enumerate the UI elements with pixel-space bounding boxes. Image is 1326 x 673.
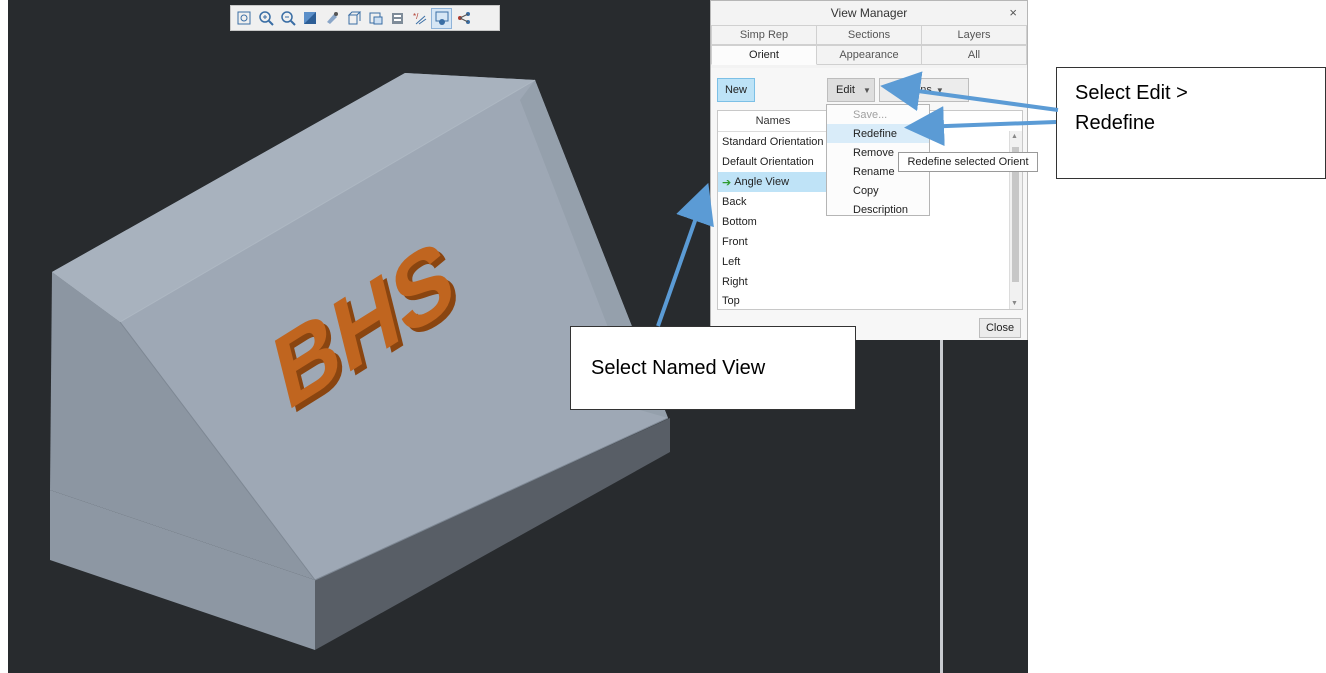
- edit-dropdown-button[interactable]: Edit ▼: [827, 78, 875, 102]
- callout-text-line2: Redefine: [1075, 112, 1156, 134]
- list-item-bottom[interactable]: Bottom: [718, 212, 828, 232]
- annotation-display-icon[interactable]: [431, 7, 452, 29]
- zoom-in-icon[interactable]: [256, 9, 275, 28]
- new-button[interactable]: New: [717, 78, 755, 102]
- chevron-down-icon: ▼: [862, 85, 871, 95]
- list-item-back[interactable]: Back: [718, 192, 828, 212]
- callout-select-named-view: Select Named View: [570, 326, 856, 410]
- refit-icon[interactable]: [234, 9, 253, 28]
- view-manager-icon[interactable]: [388, 9, 407, 28]
- dialog-title: View Manager: [830, 6, 908, 20]
- options-dropdown-button[interactable]: Options ▼: [879, 78, 969, 102]
- tab-sections[interactable]: Sections: [817, 25, 922, 45]
- menu-item-copy[interactable]: Copy: [827, 181, 929, 200]
- tab-orient[interactable]: Orient: [711, 45, 817, 65]
- display-style-icon[interactable]: [322, 9, 341, 28]
- callout-text: Select Named View: [591, 356, 766, 379]
- list-item-top[interactable]: Top: [718, 292, 828, 309]
- tab-all[interactable]: All: [922, 45, 1027, 65]
- scroll-up-icon[interactable]: ▲: [1011, 133, 1018, 140]
- callout-text-line1: Select Edit >: [1075, 82, 1188, 104]
- svg-text:*/: */: [413, 12, 419, 21]
- saved-orientations-icon[interactable]: [366, 9, 385, 28]
- tab-layers[interactable]: Layers: [922, 25, 1027, 45]
- spin-center-icon[interactable]: [454, 9, 473, 28]
- tab-row-1: Simp Rep Sections Layers: [711, 25, 1027, 45]
- zoom-out-icon[interactable]: [278, 9, 297, 28]
- menu-item-save: Save...: [853, 108, 888, 121]
- names-column-header[interactable]: Names: [718, 111, 828, 132]
- callout-select-edit-redefine: Select Edit > Redefine: [1056, 67, 1326, 179]
- close-icon[interactable]: ×: [1009, 5, 1017, 20]
- list-item-default-orientation[interactable]: Default Orientation: [718, 152, 828, 172]
- options-button-label: Options: [894, 84, 932, 96]
- repaint-icon[interactable]: [300, 9, 319, 28]
- close-button[interactable]: Close: [979, 318, 1021, 338]
- tab-simp-rep[interactable]: Simp Rep: [711, 25, 817, 45]
- list-item-standard-orientation[interactable]: Standard Orientation: [718, 132, 828, 152]
- list-item-label: Angle View: [734, 176, 790, 188]
- list-item-right[interactable]: Right: [718, 272, 828, 292]
- list-item-left[interactable]: Left: [718, 252, 828, 272]
- view-toolbar: */: [230, 5, 500, 31]
- edit-button-label: Edit: [836, 84, 855, 96]
- active-arrow-icon: ➔: [722, 176, 732, 189]
- menu-item-description[interactable]: Description: [827, 200, 929, 219]
- tab-appearance[interactable]: Appearance: [817, 45, 922, 65]
- named-views-icon[interactable]: [344, 9, 363, 28]
- redefine-tooltip: Redefine selected Orient: [898, 152, 1038, 172]
- scroll-down-icon[interactable]: ▼: [1011, 300, 1018, 307]
- menu-item-redefine[interactable]: Redefine: [827, 124, 929, 143]
- datum-display-icon[interactable]: */: [410, 9, 429, 28]
- chevron-down-icon: ▼: [935, 85, 944, 95]
- list-item-angle-view[interactable]: ➔ Angle View: [718, 172, 828, 192]
- tab-row-2: Orient Appearance All: [711, 45, 1027, 65]
- list-item-front[interactable]: Front: [718, 232, 828, 252]
- dialog-titlebar[interactable]: View Manager ×: [711, 1, 1027, 25]
